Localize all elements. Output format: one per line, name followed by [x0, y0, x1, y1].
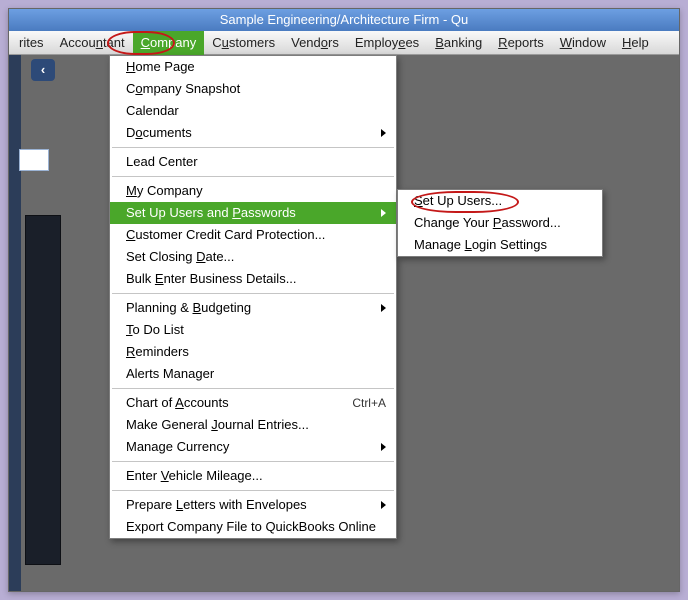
menu-item[interactable]: Alerts Manager [110, 363, 396, 385]
left-strip [9, 55, 21, 591]
menu-item[interactable]: Export Company File to QuickBooks Online [110, 516, 396, 538]
menu-item-label: Prepare Letters with Envelopes [126, 497, 375, 513]
decorative-card [19, 149, 49, 171]
submenu-item[interactable]: Set Up Users... [398, 190, 602, 212]
side-panel [25, 215, 61, 565]
menu-item-label: Set Up Users and Passwords [126, 205, 375, 221]
menubar-item[interactable]: Accountant [52, 31, 133, 55]
menu-item[interactable]: My Company [110, 180, 396, 202]
menu-item[interactable]: Reminders [110, 341, 396, 363]
chevron-right-icon [381, 501, 386, 509]
menu-item[interactable]: Bulk Enter Business Details... [110, 268, 396, 290]
menubar-item[interactable]: Banking [427, 31, 490, 55]
menu-item[interactable]: Set Up Users and Passwords [110, 202, 396, 224]
users-passwords-submenu[interactable]: Set Up Users... Change Your Password... Ma… [397, 189, 603, 257]
menu-item[interactable]: To Do List [110, 319, 396, 341]
menu-item-label: To Do List [126, 322, 386, 338]
menu-item-label: Manage Currency [126, 439, 375, 455]
menu-item[interactable]: Documents [110, 122, 396, 144]
menu-item-label: Make General Journal Entries... [126, 417, 386, 433]
window-title: Sample Engineering/Architecture Firm - Q… [220, 12, 469, 27]
chevron-right-icon [381, 443, 386, 451]
menu-item-label: My Company [126, 183, 386, 199]
menu-item-label: Lead Center [126, 154, 386, 170]
menubar-item[interactable]: Employees [347, 31, 427, 55]
menu-item[interactable]: Make General Journal Entries... [110, 414, 396, 436]
submenu-item-label: Manage Login Settings [414, 237, 592, 253]
menu-separator [112, 147, 394, 148]
menu-item-label: Export Company File to QuickBooks Online [126, 519, 386, 535]
menu-item[interactable]: Manage Currency [110, 436, 396, 458]
menu-item-label: Documents [126, 125, 375, 141]
menubar-item[interactable]: Vendors [283, 31, 347, 55]
menu-item[interactable]: Customer Credit Card Protection... [110, 224, 396, 246]
menu-item[interactable]: Set Closing Date... [110, 246, 396, 268]
menu-item-label: Reminders [126, 344, 386, 360]
app-window: Sample Engineering/Architecture Firm - Q… [8, 8, 680, 592]
menu-item[interactable]: Lead Center [110, 151, 396, 173]
menu-item-label: Calendar [126, 103, 386, 119]
menu-item-label: Enter Vehicle Mileage... [126, 468, 386, 484]
menubar-item[interactable]: Reports [490, 31, 552, 55]
menu-item-label: Bulk Enter Business Details... [126, 271, 386, 287]
menubar-item[interactable]: Company [133, 31, 205, 55]
submenu-item[interactable]: Change Your Password... [398, 212, 602, 234]
menu-separator [112, 461, 394, 462]
menu-item-label: Alerts Manager [126, 366, 386, 382]
title-bar: Sample Engineering/Architecture Firm - Q… [9, 9, 679, 31]
menu-separator [112, 490, 394, 491]
submenu-item-label: Change Your Password... [414, 215, 592, 231]
menu-item[interactable]: Calendar [110, 100, 396, 122]
menu-item-label: Customer Credit Card Protection... [126, 227, 386, 243]
submenu-item-label: Set Up Users... [414, 193, 592, 209]
menu-item[interactable]: Chart of AccountsCtrl+A [110, 392, 396, 414]
menu-item[interactable]: Prepare Letters with Envelopes [110, 494, 396, 516]
menu-item[interactable]: Enter Vehicle Mileage... [110, 465, 396, 487]
menu-separator [112, 388, 394, 389]
menubar-item[interactable]: Help [614, 31, 657, 55]
menu-item[interactable]: Home Page [110, 56, 396, 78]
menu-item-label: Company Snapshot [126, 81, 386, 97]
menu-item[interactable]: Company Snapshot [110, 78, 396, 100]
menubar-item[interactable]: Customers [204, 31, 283, 55]
submenu-item[interactable]: Manage Login Settings [398, 234, 602, 256]
menu-item-label: Planning & Budgeting [126, 300, 375, 316]
chevron-right-icon [381, 304, 386, 312]
chevron-right-icon [381, 209, 386, 217]
menu-item-label: Set Closing Date... [126, 249, 386, 265]
menu-bar[interactable]: ritesAccountantCompanyCustomersVendorsEm… [9, 31, 679, 55]
menu-item-label: Home Page [126, 59, 386, 75]
chevron-right-icon [381, 129, 386, 137]
menu-shortcut: Ctrl+A [342, 395, 386, 411]
back-button[interactable]: ‹ [31, 59, 55, 81]
menu-separator [112, 293, 394, 294]
menu-item[interactable]: Planning & Budgeting [110, 297, 396, 319]
menubar-item[interactable]: Window [552, 31, 614, 55]
menu-item-label: Chart of Accounts [126, 395, 342, 411]
menubar-item[interactable]: rites [11, 31, 52, 55]
menu-separator [112, 176, 394, 177]
company-menu-dropdown[interactable]: Home Page Company Snapshot Calendar Documen… [109, 55, 397, 539]
